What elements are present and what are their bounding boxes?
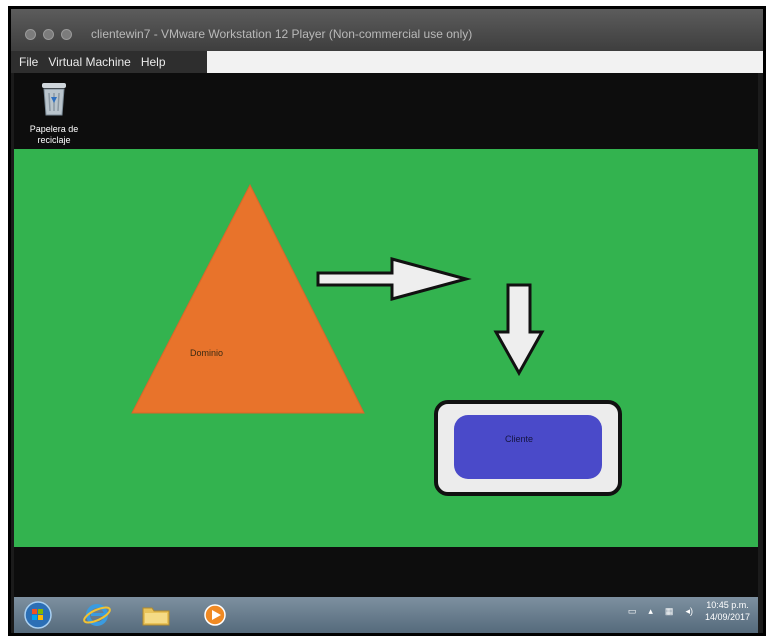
down-arrow	[493, 283, 545, 377]
recycle-bin[interactable]: Papelera de reciclaje	[24, 81, 84, 146]
diagram-canvas: Dominio Cliente	[14, 149, 758, 547]
show-hidden-icons-icon[interactable]: ▴	[648, 606, 653, 617]
window-title: clientewin7 - VMware Workstation 12 Play…	[91, 27, 473, 41]
maximize-window-button[interactable]	[61, 29, 72, 40]
minimize-window-button[interactable]	[43, 29, 54, 40]
clock[interactable]: 10:45 p.m. 14/09/2017	[705, 599, 750, 623]
domain-triangle	[131, 183, 365, 414]
clock-date: 14/09/2017	[704, 612, 750, 622]
vmware-window: clientewin7 - VMware Workstation 12 Play…	[8, 6, 766, 636]
clock-time: 10:45 p.m.	[706, 600, 749, 610]
title-bar[interactable]: clientewin7 - VMware Workstation 12 Play…	[11, 9, 763, 51]
recycle-bin-label: Papelera de reciclaje	[29, 124, 79, 145]
domain-client-diagram: Dominio Cliente	[131, 183, 622, 496]
client-box	[454, 415, 602, 479]
keyboard-icon[interactable]: ▭	[628, 606, 637, 617]
recycle-bin-icon	[42, 83, 66, 116]
start-button[interactable]	[22, 601, 54, 629]
file-explorer-icon[interactable]	[140, 601, 172, 629]
menu-bar: File Virtual Machine Help	[11, 51, 763, 73]
window-controls	[25, 29, 72, 40]
right-arrow	[316, 257, 472, 301]
menu-file[interactable]: File	[19, 55, 38, 69]
volume-icon[interactable]: ◂)	[685, 606, 693, 617]
menu-virtual-machine[interactable]: Virtual Machine	[48, 55, 131, 69]
media-player-icon[interactable]	[200, 601, 230, 629]
close-window-button[interactable]	[25, 29, 36, 40]
internet-explorer-icon[interactable]	[82, 601, 112, 629]
menu-help[interactable]: Help	[141, 55, 166, 69]
windows-taskbar: ▭ ▴ ▦ ◂) 10:45 p.m. 14/09/2017	[14, 597, 758, 633]
domain-label: Dominio	[190, 348, 223, 358]
client-label: Cliente	[505, 434, 533, 444]
network-icon[interactable]: ▦	[665, 606, 674, 617]
system-tray: ▭ ▴ ▦ ◂) 10:45 p.m. 14/09/2017	[628, 599, 750, 623]
guest-desktop[interactable]: Papelera de reciclaje Dominio Cliente	[14, 73, 758, 597]
